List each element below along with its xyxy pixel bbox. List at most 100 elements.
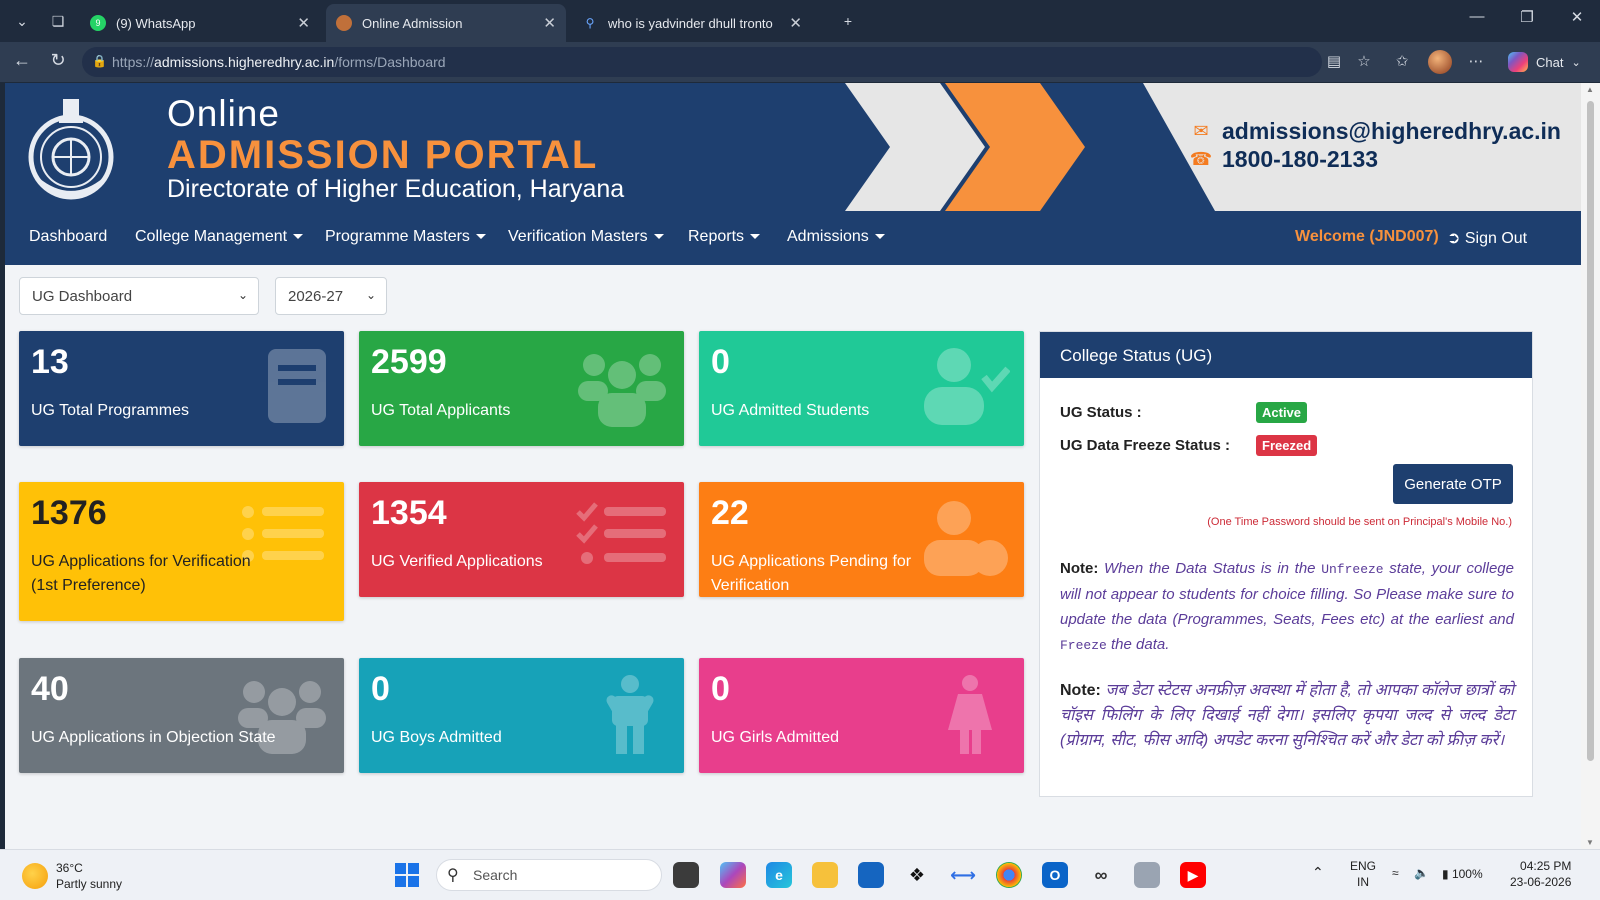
chat-label: Chat <box>1536 54 1564 70</box>
wifi-icon[interactable]: ≈ <box>1392 865 1399 881</box>
nav-programme-masters[interactable]: Programme Masters <box>325 228 486 246</box>
signout-link[interactable]: ➲ Sign Out <box>1447 228 1527 248</box>
back-icon[interactable]: ← <box>10 50 34 71</box>
tab-title: (9) WhatsApp <box>116 15 196 31</box>
stat-label: UG Boys Admitted <box>371 729 502 746</box>
snipping-tool-icon[interactable] <box>1134 862 1160 888</box>
system-clock[interactable]: 04:25 PM 23-06-2026 <box>1510 858 1571 890</box>
copilot-chat-button[interactable]: Chat ⌄ <box>1500 48 1588 76</box>
note-label: Note: <box>1060 682 1101 699</box>
tab-actions-icon[interactable]: ❏ <box>44 7 72 35</box>
stat-value: 0 <box>711 343 730 381</box>
windows-start-icon[interactable] <box>395 863 419 887</box>
search-favicon-icon: ⚲ <box>585 16 595 30</box>
otp-note: (One Time Password should be sent on Pri… <box>1207 516 1512 528</box>
edge-browser-icon[interactable]: e <box>766 862 792 888</box>
scroll-up-icon[interactable]: ▲ <box>1586 85 1594 94</box>
dropbox-icon[interactable]: ❖ <box>904 862 930 888</box>
tab-list-chevron-icon[interactable]: ⌄ <box>8 7 36 35</box>
infinity-app-icon[interactable]: ∞ <box>1088 862 1114 888</box>
nav-dashboard[interactable]: Dashboard <box>29 228 107 246</box>
weather-widget[interactable]: 36°C Partly sunny <box>22 860 122 892</box>
stat-card[interactable]: 1376 UG Applications for Verification (1s… <box>19 482 344 621</box>
generate-otp-button[interactable]: Generate OTP <box>1393 464 1513 504</box>
stat-value: 0 <box>371 670 390 708</box>
favorites-list-icon[interactable]: ✩ <box>1392 52 1412 70</box>
close-tab-icon[interactable]: ✕ <box>789 14 802 32</box>
chevron-down-icon: ⌄ <box>237 288 248 302</box>
page-scrollbar[interactable]: ▲ ▼ <box>1581 83 1600 849</box>
welcome-user: Welcome (JND007) <box>1295 228 1439 245</box>
reading-view-icon[interactable]: ▤ <box>1324 52 1344 70</box>
stat-card[interactable]: 13 UG Total Programmes <box>19 331 344 446</box>
scroll-down-icon[interactable]: ▼ <box>1586 838 1594 847</box>
taskbar-search[interactable]: ⚲ Search <box>436 859 662 891</box>
browser-tab-bar: ⌄ ❏ 9 (9) WhatsApp ✕ Online Admission ✕ … <box>0 0 1600 42</box>
address-bar: ← ↻ 🔒 https://admissions.higheredhry.ac.… <box>0 42 1600 82</box>
scroll-thumb[interactable] <box>1587 101 1594 761</box>
task-view-icon[interactable] <box>673 862 699 888</box>
outlook-icon[interactable]: O <box>1042 862 1068 888</box>
more-options-icon[interactable]: ⋯ <box>1466 52 1486 70</box>
page-viewport: Online ADMISSION PORTAL Directorate of H… <box>5 83 1581 849</box>
college-status-panel: College Status (UG) UG Status : Active U… <box>1039 331 1533 797</box>
microsoft-store-icon[interactable] <box>858 862 884 888</box>
close-tab-icon[interactable]: ✕ <box>297 14 310 32</box>
caret-down-icon <box>750 234 761 240</box>
stat-card[interactable]: 2599 UG Total Applicants <box>359 331 684 446</box>
stat-label: UG Applications Pending for Verification <box>711 553 912 594</box>
url-path: /forms/Dashboard <box>334 54 446 70</box>
vscode-icon[interactable]: ⟷ <box>950 862 976 888</box>
stat-value: 40 <box>31 670 69 708</box>
nav-college-management[interactable]: College Management <box>135 228 304 246</box>
nav-reports[interactable]: Reports <box>688 228 761 246</box>
refresh-icon[interactable]: ↻ <box>46 50 70 71</box>
restore-icon[interactable]: ❐ <box>1512 8 1542 26</box>
favorite-star-icon[interactable]: ☆ <box>1354 52 1374 70</box>
panel-title: College Status (UG) <box>1040 332 1532 378</box>
language-indicator[interactable]: ENG IN <box>1350 858 1376 890</box>
search-icon: ⚲ <box>447 867 459 884</box>
session-select[interactable]: 2026-27 ⌄ <box>275 277 387 315</box>
tab-online-admission[interactable]: Online Admission ✕ <box>326 4 566 42</box>
note-english: Note: When the Data Status is in the Unf… <box>1060 560 1514 653</box>
close-window-icon[interactable]: ✕ <box>1562 8 1592 26</box>
tab-title: Online Admission <box>362 15 463 31</box>
youtube-icon[interactable]: ▶ <box>1180 862 1206 888</box>
minimize-icon[interactable]: — <box>1462 8 1492 25</box>
copilot-app-icon[interactable] <box>720 862 746 888</box>
stat-card[interactable]: 40 UG Applications in Objection State <box>19 658 344 773</box>
volume-icon[interactable]: 🔈 <box>1414 865 1429 881</box>
weather-temp: 36°C <box>56 861 83 875</box>
stat-card[interactable]: 1354 UG Verified Applications <box>359 482 684 597</box>
partly-sunny-icon <box>22 863 48 889</box>
new-tab-plus-icon[interactable]: + <box>834 7 862 35</box>
nav-admissions[interactable]: Admissions <box>787 228 885 246</box>
caret-down-icon <box>653 234 664 240</box>
signout-icon: ➲ <box>1447 230 1461 247</box>
phone-icon: ☎ <box>1189 149 1213 169</box>
close-tab-icon[interactable]: ✕ <box>543 14 556 32</box>
tab-search[interactable]: ⚲ who is yadvinder dhull tronto ✕ <box>572 4 812 42</box>
dashboard-select[interactable]: UG Dashboard ⌄ <box>19 277 259 315</box>
chrome-icon[interactable] <box>996 862 1022 888</box>
url-field[interactable]: 🔒 https://admissions.higheredhry.ac.in/f… <box>82 47 1322 77</box>
freeze-status-label: UG Data Freeze Status : <box>1060 437 1231 454</box>
nav-verification-masters[interactable]: Verification Masters <box>508 228 664 246</box>
profile-avatar[interactable] <box>1428 50 1452 74</box>
tray-chevron-up-icon[interactable]: ⌃ <box>1312 864 1324 880</box>
stat-label: UG Admitted Students <box>711 402 870 419</box>
stat-card[interactable]: 22 UG Applications Pending for Verificati… <box>699 482 1024 597</box>
stat-value: 13 <box>31 343 69 381</box>
contact-email[interactable]: admissions@higheredhry.ac.in <box>1222 117 1561 145</box>
battery-indicator[interactable]: ▮ 100% <box>1442 866 1483 882</box>
tab-whatsapp[interactable]: 9 (9) WhatsApp ✕ <box>80 4 320 42</box>
stat-card[interactable]: 0 UG Admitted Students <box>699 331 1024 446</box>
stat-label: UG Total Applicants <box>371 402 511 419</box>
stat-card[interactable]: 0 UG Girls Admitted <box>699 658 1024 773</box>
banner-title: ADMISSION PORTAL <box>167 133 599 177</box>
ug-status-badge: Active <box>1256 402 1308 423</box>
ug-status-label: UG Status : <box>1060 404 1142 421</box>
stat-card[interactable]: 0 UG Boys Admitted <box>359 658 684 773</box>
file-explorer-icon[interactable] <box>812 862 838 888</box>
